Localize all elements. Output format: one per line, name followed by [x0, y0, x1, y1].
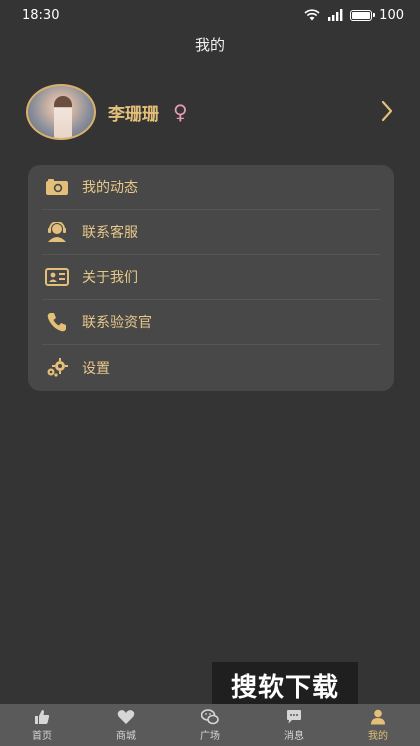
menu-card: 我的动态 联系客服 关于我们 联系验资官 设置: [28, 165, 394, 391]
battery-icon: [350, 9, 376, 21]
tab-square[interactable]: 广场: [168, 704, 252, 746]
battery-percent: 100: [379, 7, 404, 23]
profile-row[interactable]: 李珊珊 ♀: [26, 84, 400, 140]
menu-item-label: 联系验资官: [82, 315, 152, 331]
tab-label: 首页: [32, 730, 52, 742]
menu-item-contact-verifier[interactable]: 联系验资官: [42, 300, 380, 345]
menu-item-settings[interactable]: 设置: [42, 345, 380, 390]
heart-icon: [117, 709, 135, 725]
status-bar: 18:30 100: [0, 0, 420, 30]
tab-label: 消息: [284, 730, 304, 742]
female-gender-icon: ♀: [173, 100, 188, 124]
tab-bar: 首页 商城 广场 消息 我的: [0, 704, 420, 746]
battery-fill: [352, 11, 371, 19]
menu-item-label: 设置: [82, 360, 110, 377]
camera-icon: [44, 176, 70, 198]
menu-item-label: 关于我们: [82, 270, 138, 286]
gear-icon: [44, 357, 70, 379]
customer-service-icon: [44, 221, 70, 243]
tab-mine[interactable]: 我的: [336, 704, 420, 746]
status-icons: 100: [304, 8, 404, 23]
menu-item-about-us[interactable]: 关于我们: [42, 255, 380, 300]
tab-label: 广场: [200, 730, 220, 742]
wechat-icon: [201, 708, 219, 725]
avatar[interactable]: [26, 84, 96, 140]
id-card-icon: [44, 266, 70, 288]
tab-mall[interactable]: 商城: [84, 704, 168, 746]
menu-item-label: 联系客服: [82, 225, 138, 241]
phone-icon: [44, 311, 70, 333]
menu-item-label: 我的动态: [82, 180, 138, 196]
username: 李珊珊: [108, 104, 159, 125]
signal-icon: [328, 9, 343, 21]
status-time: 18:30: [22, 7, 60, 23]
tab-label: 商城: [116, 730, 136, 742]
watermark: 搜软下载: [212, 662, 358, 708]
tab-home[interactable]: 首页: [0, 704, 84, 746]
tab-messages[interactable]: 消息: [252, 704, 336, 746]
tab-label: 我的: [368, 730, 388, 742]
page-title: 我的: [194, 36, 225, 54]
chat-bubble-icon: [285, 709, 303, 725]
menu-item-contact-support[interactable]: 联系客服: [42, 210, 380, 255]
person-icon: [369, 709, 387, 725]
menu-item-my-posts[interactable]: 我的动态: [42, 165, 380, 210]
chevron-right-icon[interactable]: [380, 100, 394, 122]
thumbs-up-icon: [33, 709, 51, 725]
wifi-icon: [304, 9, 320, 21]
